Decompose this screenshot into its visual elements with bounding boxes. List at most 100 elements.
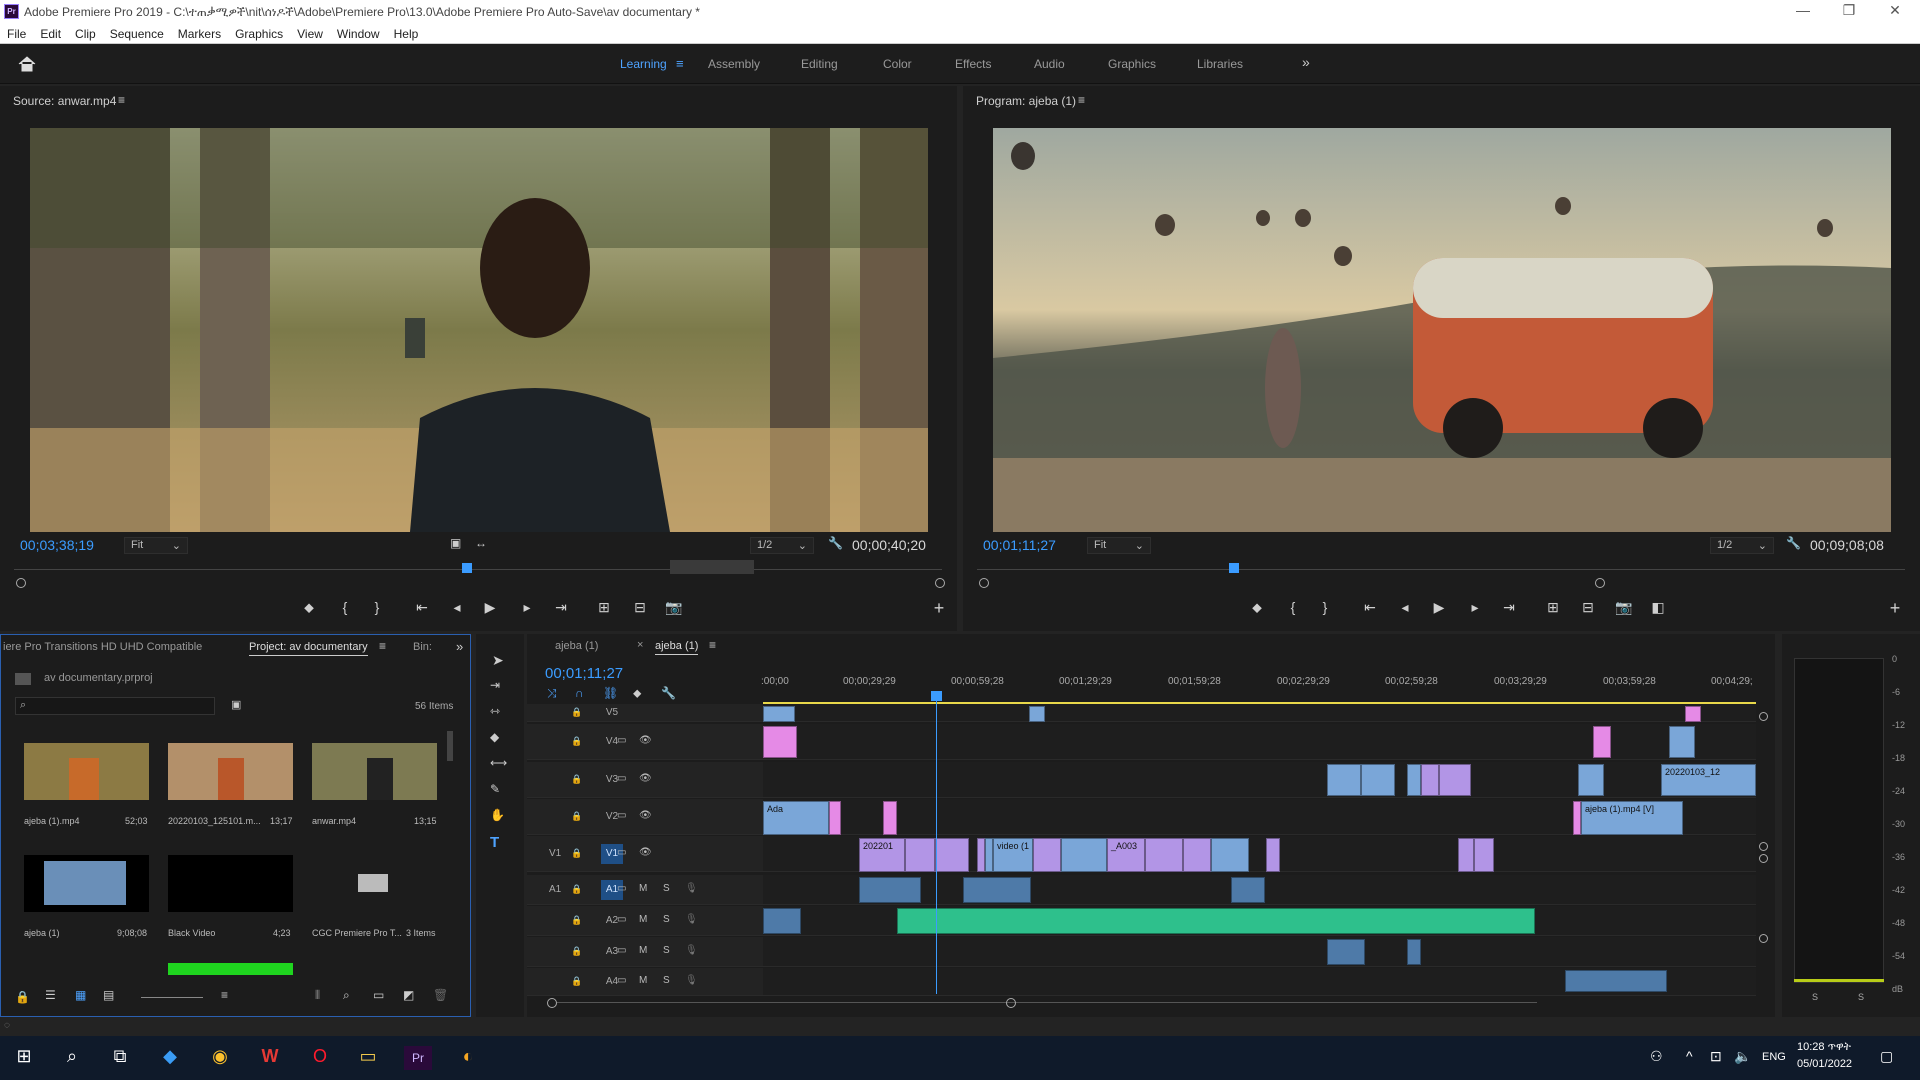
- button-editor-icon[interactable]: +: [929, 598, 949, 619]
- extract-icon[interactable]: ⊟: [1578, 599, 1598, 616]
- toggle-sync-icon[interactable]: ▭: [617, 945, 626, 956]
- mark-in-icon[interactable]: {: [1283, 599, 1303, 615]
- app-icon[interactable]: ◐: [454, 1046, 482, 1070]
- track-lock-icon[interactable]: 🔒: [571, 707, 582, 718]
- track-solo-button[interactable]: S: [663, 914, 670, 925]
- pen-tool-icon[interactable]: ✎: [490, 782, 500, 796]
- lock-icon[interactable]: 🔒: [15, 990, 30, 1004]
- track-height-handle[interactable]: [1759, 854, 1768, 863]
- track-visibility-icon[interactable]: 👁: [639, 735, 652, 746]
- video-clip[interactable]: [1421, 764, 1439, 796]
- source-zoom-start-handle[interactable]: [16, 578, 26, 588]
- overwrite-icon[interactable]: ⊟: [630, 599, 650, 616]
- folder-icon[interactable]: [358, 874, 388, 892]
- audio-clip[interactable]: [1407, 939, 1421, 965]
- timeline-zoom-end-handle[interactable]: [1006, 998, 1016, 1008]
- export-frame-icon[interactable]: 📷: [664, 599, 684, 616]
- video-clip[interactable]: [1407, 764, 1421, 796]
- close-tab-icon[interactable]: ×: [637, 639, 643, 651]
- go-to-in-icon[interactable]: ⇤: [1360, 599, 1380, 616]
- menu-window[interactable]: Window: [330, 24, 387, 41]
- source-panel-menu-icon[interactable]: ≡: [118, 93, 125, 107]
- razor-tool-icon[interactable]: ◆: [490, 730, 499, 744]
- track-mute-button[interactable]: M: [639, 945, 647, 956]
- windows-start-icon[interactable]: ⊞: [10, 1046, 38, 1070]
- track-height-handle[interactable]: [1759, 842, 1768, 851]
- freeform-view-icon[interactable]: ▤: [103, 988, 114, 1002]
- video-clip[interactable]: [1061, 838, 1107, 872]
- track-lock-icon[interactable]: 🔒: [571, 811, 582, 822]
- workspace-graphics[interactable]: Graphics: [1108, 57, 1156, 71]
- step-forward-icon[interactable]: ▸: [1465, 599, 1485, 616]
- chrome-icon[interactable]: ◉: [206, 1046, 234, 1070]
- video-clip[interactable]: [883, 801, 897, 835]
- track-select-tool-icon[interactable]: ⇥: [490, 678, 500, 692]
- track-solo-button[interactable]: S: [663, 975, 670, 986]
- add-marker-icon[interactable]: ⬥: [1247, 599, 1267, 616]
- program-resolution-dropdown[interactable]: 1/2 ⌄: [1710, 537, 1774, 554]
- track-lane[interactable]: [763, 937, 1756, 967]
- automate-icon[interactable]: ⫴: [315, 988, 320, 1003]
- workspace-effects[interactable]: Effects: [955, 57, 991, 71]
- thumbnail-ajeba-sequence[interactable]: [24, 855, 149, 912]
- track-lock-icon[interactable]: 🔒: [571, 915, 582, 926]
- timeline-timecode[interactable]: 00;01;11;27: [545, 665, 623, 682]
- solo-left-button[interactable]: S: [1812, 992, 1818, 1002]
- premiere-taskbar-icon[interactable]: Pr: [404, 1046, 432, 1070]
- video-clip[interactable]: [935, 838, 969, 872]
- mark-out-icon[interactable]: }: [367, 599, 387, 615]
- wrench-icon[interactable]: 🔧: [1786, 536, 1801, 550]
- new-bin-icon[interactable]: ▭: [373, 988, 384, 1002]
- sequence-tab-1[interactable]: ajeba (1): [555, 640, 598, 652]
- vscode-icon[interactable]: ◆: [156, 1046, 184, 1070]
- project-search-input[interactable]: ⌕: [15, 697, 215, 715]
- menu-help[interactable]: Help: [387, 24, 426, 41]
- video-clip[interactable]: [985, 838, 993, 872]
- video-clip[interactable]: Ada: [763, 801, 829, 835]
- people-icon[interactable]: ⚇: [1650, 1048, 1663, 1065]
- track-mute-button[interactable]: M: [639, 914, 647, 925]
- program-panel-menu-icon[interactable]: ≡: [1078, 93, 1085, 107]
- lift-icon[interactable]: ⊞: [1543, 599, 1563, 616]
- source-zoom-handle[interactable]: [670, 560, 754, 574]
- menu-file[interactable]: File: [0, 24, 33, 41]
- toggle-sync-icon[interactable]: ▭: [617, 773, 626, 784]
- tab-project[interactable]: Project: av documentary: [249, 641, 368, 656]
- video-clip[interactable]: [1593, 726, 1611, 758]
- trash-icon[interactable]: 🗑: [433, 988, 448, 1002]
- workspace-editing[interactable]: Editing: [801, 57, 838, 71]
- opera-icon[interactable]: O: [306, 1046, 334, 1070]
- program-playhead-timecode[interactable]: 00;01;11;27: [983, 537, 1056, 553]
- track-lock-icon[interactable]: 🔒: [571, 848, 582, 859]
- workspace-libraries[interactable]: Libraries: [1197, 57, 1243, 71]
- toggle-sync-icon[interactable]: ▭: [617, 847, 626, 858]
- voice-over-record-icon[interactable]: 🎙: [685, 945, 698, 956]
- track-visibility-icon[interactable]: 👁: [639, 773, 652, 784]
- track-lock-icon[interactable]: 🔒: [571, 884, 582, 895]
- play-icon[interactable]: ▶: [480, 599, 500, 616]
- video-clip[interactable]: [1033, 838, 1061, 872]
- source-zoom-end-handle[interactable]: [935, 578, 945, 588]
- network-icon[interactable]: ⊡: [1710, 1048, 1722, 1065]
- video-clip[interactable]: [1573, 801, 1581, 835]
- workspace-learning[interactable]: Learning: [620, 57, 667, 71]
- video-clip[interactable]: [977, 838, 985, 872]
- audio-clip[interactable]: [897, 908, 1535, 934]
- track-mute-button[interactable]: M: [639, 975, 647, 986]
- step-back-icon[interactable]: ◂: [447, 599, 467, 616]
- menu-graphics[interactable]: Graphics: [228, 24, 290, 41]
- go-to-out-icon[interactable]: ⇥: [551, 599, 571, 616]
- volume-icon[interactable]: 🔈: [1734, 1048, 1751, 1065]
- video-clip[interactable]: [1361, 764, 1395, 796]
- source-playhead-timecode[interactable]: 00;03;38;19: [20, 537, 94, 553]
- video-clip[interactable]: [1474, 838, 1494, 872]
- thumbnail-ajeba-mp4[interactable]: [24, 743, 149, 800]
- source-zoom-dropdown[interactable]: Fit ⌄: [124, 537, 188, 554]
- thumbnail-partial[interactable]: [168, 963, 293, 975]
- restore-icon[interactable]: ❐: [1826, 2, 1872, 22]
- clock-time[interactable]: 10:28 ጥዋት: [1797, 1041, 1851, 1054]
- wps-icon[interactable]: W: [256, 1046, 284, 1070]
- tab-bin[interactable]: Bin:: [413, 641, 432, 653]
- video-clip[interactable]: 20220103_12: [1661, 764, 1756, 796]
- thumbnail-20220103[interactable]: [168, 743, 293, 800]
